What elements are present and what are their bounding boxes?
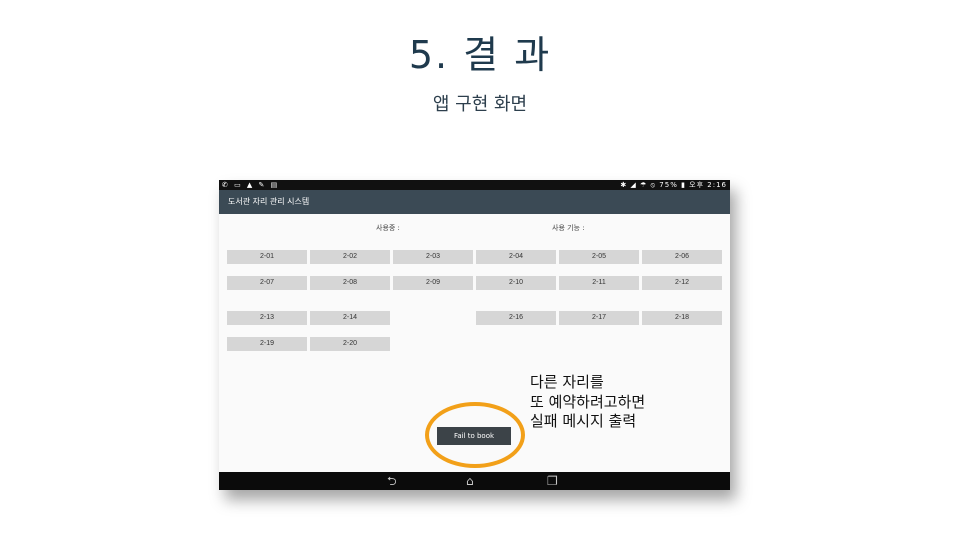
seat-button-2-07[interactable]: 2-07 [227,276,307,290]
seat-button-2-11[interactable]: 2-11 [559,276,639,290]
annotation-line: 또 예약하려고하면 [530,392,646,411]
app-title-bar: 도서관 자리 관리 시스템 [219,190,730,214]
seat-button-2-20[interactable]: 2-20 [310,337,390,351]
annotation-line: 실패 메시지 출력 [530,412,637,430]
app-title: 도서관 자리 관리 시스템 [228,197,310,206]
seat-button-2-08[interactable]: 2-08 [310,276,390,290]
android-nav-bar: ⮌ ⌂ ❐ [219,472,730,490]
annotation-note: 다른 자리를 또 예약하려고하면 실패 메시지 출력 [530,373,645,432]
seat-button-2-10[interactable]: 2-10 [476,276,556,290]
slide-title: 5. 결 과 [408,33,552,77]
status-bar: ✆ ▭ ▲ ✎ ▤ ✱ ◢ ☂ ⦸ 75% ▮ 오후 2:16 [219,180,730,190]
seat-button-2-17[interactable]: 2-17 [559,311,639,325]
seat-button-2-04[interactable]: 2-04 [476,250,556,264]
seat-button-2-01[interactable]: 2-01 [227,250,307,264]
seat-button-2-05[interactable]: 2-05 [559,250,639,264]
back-icon[interactable]: ⮌ [387,473,397,489]
seat-button-2-18[interactable]: 2-18 [642,311,722,325]
seat-button-2-03[interactable]: 2-03 [393,250,473,264]
seat-button-2-09[interactable]: 2-09 [393,276,473,290]
seat-button-2-13[interactable]: 2-13 [227,311,307,325]
seat-button-2-19[interactable]: 2-19 [227,337,307,351]
seat-button-2-02[interactable]: 2-02 [310,250,390,264]
recents-icon[interactable]: ❐ [547,473,558,489]
seat-button-2-14[interactable]: 2-14 [310,311,390,325]
slide-subtitle: 앱 구현 화면 [432,94,528,115]
in-use-label: 사용중 : [376,224,400,232]
seat-button-2-16[interactable]: 2-16 [476,311,556,325]
function-label: 사용 기능 : [552,224,585,232]
seat-button-2-06[interactable]: 2-06 [642,250,722,264]
seat-button-2-12[interactable]: 2-12 [642,276,722,290]
annotation-line: 다른 자리를 [530,373,604,391]
highlight-circle [425,402,525,468]
status-system-info: ✱ ◢ ☂ ⦸ 75% ▮ 오후 2:16 [620,181,727,189]
home-icon[interactable]: ⌂ [466,473,474,489]
status-notification-icons: ✆ ▭ ▲ ✎ ▤ [222,181,280,189]
